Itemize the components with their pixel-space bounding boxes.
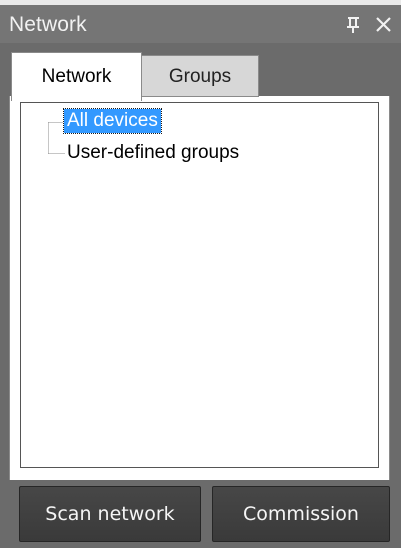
pin-icon[interactable] [340,10,366,38]
close-icon[interactable] [371,10,397,38]
network-panel: Network Groups Network All devices User-… [0,5,401,548]
tab-network[interactable]: Network [11,52,142,101]
tree-item-all-devices[interactable]: All devices [63,108,162,134]
scan-network-button[interactable]: Scan network [19,486,201,542]
panel-titlebar: Network [0,5,401,43]
device-tree[interactable]: All devices User-defined groups [20,102,379,468]
panel-title: Network [9,13,87,36]
commission-button[interactable]: Commission [212,486,390,542]
tree-item-user-defined-groups[interactable]: User-defined groups [67,141,239,164]
tab-groups[interactable]: Groups [141,55,259,97]
